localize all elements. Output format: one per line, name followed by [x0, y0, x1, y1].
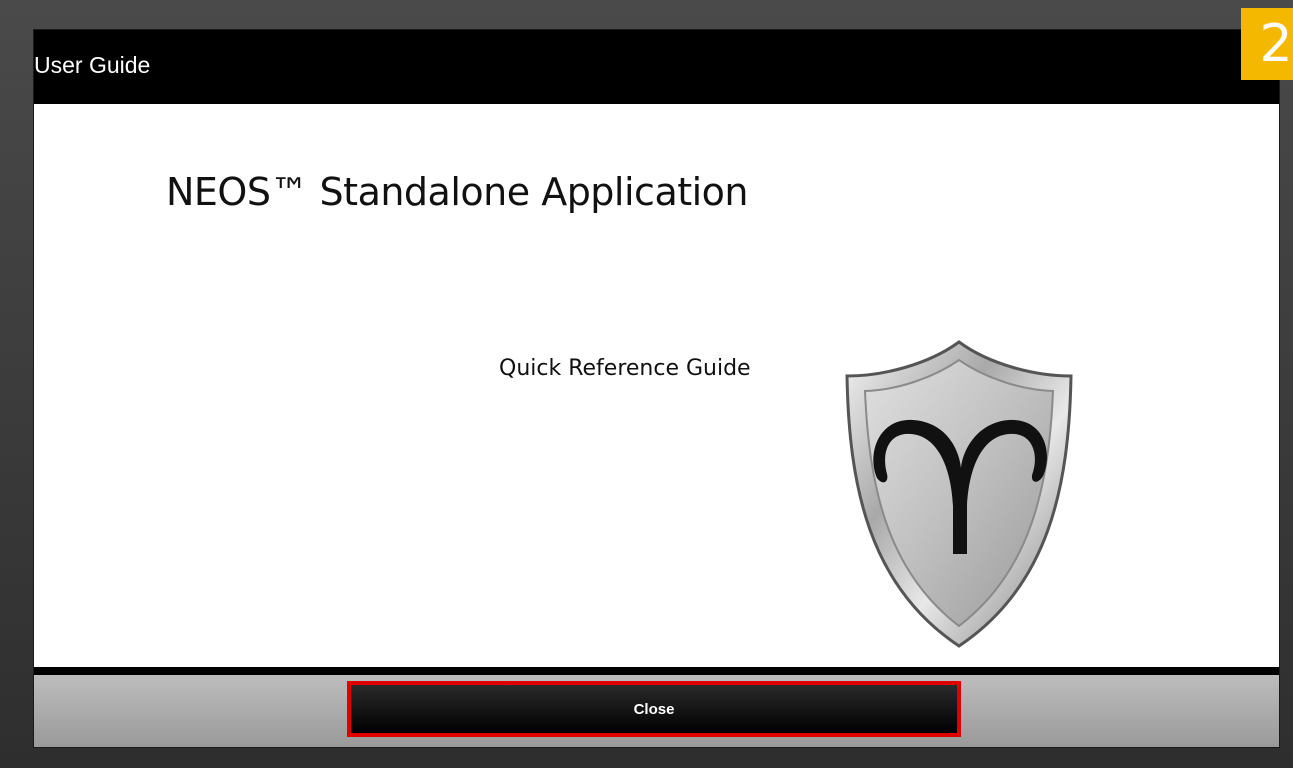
dialog-title: User Guide [34, 52, 151, 78]
step-badge: 2 [1241, 8, 1293, 80]
guide-page: NEOS™ Standalone Application Quick Refer… [34, 104, 1279, 667]
aries-shield-icon [845, 340, 1073, 648]
dialog-titlebar: User Guide 2 [34, 8, 1293, 104]
document-title: NEOS™ Standalone Application [166, 170, 749, 214]
user-guide-dialog: User Guide 2 NEOS™ Standalone Applicatio… [34, 8, 1293, 747]
dialog-footer: Close [34, 675, 1279, 747]
footer-divider [34, 667, 1279, 675]
close-button[interactable]: Close [347, 681, 961, 737]
app-frame: User Guide 2 NEOS™ Standalone Applicatio… [0, 0, 1293, 768]
document-subtitle: Quick Reference Guide [499, 356, 751, 381]
